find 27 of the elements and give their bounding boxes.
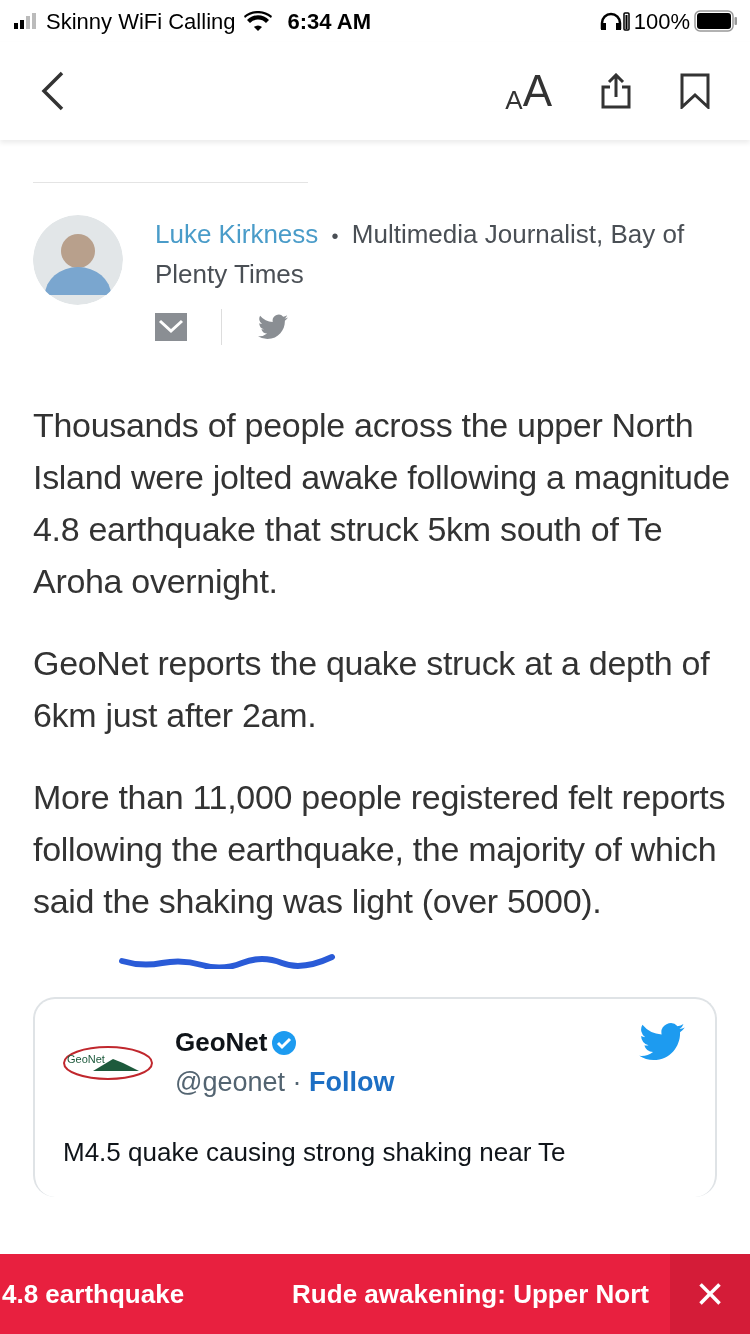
- article-paragraph: More than 11,000 people registered felt reports following the earthquake, the majority of which said the shaking was light (over 5000).: [33, 777, 727, 922]
- close-button[interactable]: ×: [670, 1254, 750, 1334]
- separator-dot: ·: [292, 1067, 302, 1097]
- signal-icon: [14, 13, 38, 29]
- follow-link[interactable]: Follow: [309, 1067, 395, 1097]
- battery-icon: [694, 10, 738, 32]
- headline-link[interactable]: Rude awakening: Upper Nort: [292, 1274, 649, 1314]
- bookmark-icon[interactable]: [680, 73, 710, 109]
- tweet-text: M4.5 quake causing strong shaking near Te: [63, 1135, 567, 1169]
- headline-link[interactable]: 4.8 earthquake: [2, 1274, 185, 1314]
- headphones-icon: [599, 11, 630, 31]
- twitter-icon[interactable]: [639, 1023, 685, 1061]
- email-icon[interactable]: [155, 313, 187, 341]
- author-link[interactable]: Luke Kirkness: [155, 219, 319, 249]
- text-size-button[interactable]: AA: [505, 69, 552, 113]
- account-name: GeoNet: [175, 1026, 268, 1059]
- article-paragraph: Thousands of people across the upper North Island were jolted awake following a magnitude 4.8 earthquake that struck 5km south of Te Aroha overnight.: [33, 405, 730, 602]
- carrier-name: Skinny WiFi Calling: [46, 7, 236, 36]
- account-handle: @geonet: [175, 1067, 285, 1097]
- back-icon[interactable]: [40, 71, 66, 111]
- twitter-icon[interactable]: [258, 314, 288, 340]
- article-paragraph: GeoNet reports the quake struck at a depth of 6km just after 2am.: [33, 643, 711, 736]
- author-byline: Luke Kirkness • Multimedia Journalist, Bay of Plenty Times: [155, 218, 686, 291]
- wifi-icon: [243, 11, 272, 31]
- clock: 6:34 AM: [287, 7, 372, 36]
- battery-percent: 100%: [633, 7, 690, 36]
- share-icon[interactable]: [600, 73, 632, 109]
